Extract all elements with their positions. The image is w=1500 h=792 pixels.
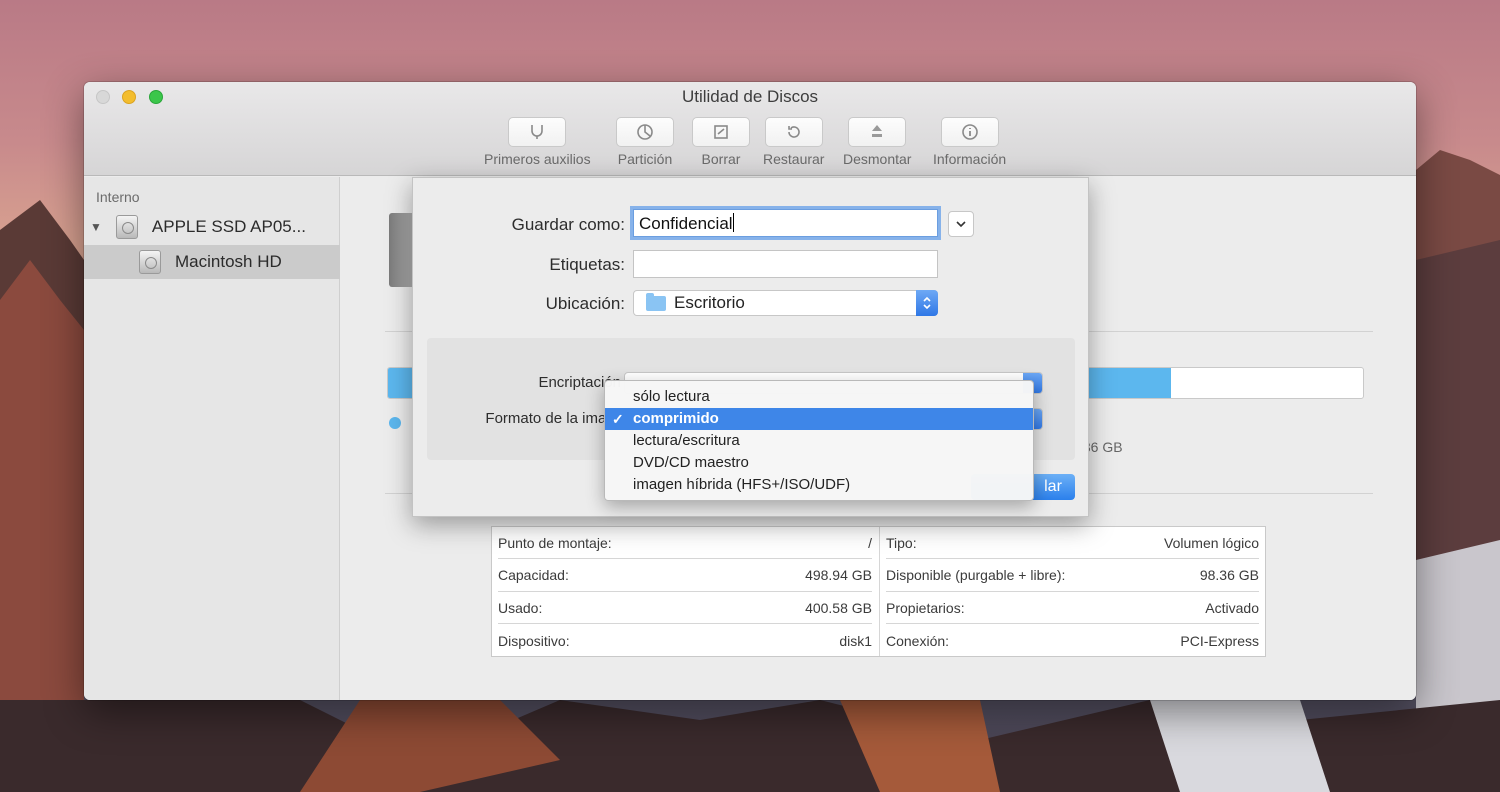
info-label: Usado:: [498, 599, 543, 616]
info-label: Tipo:: [886, 534, 917, 551]
folder-icon: [646, 292, 666, 311]
chevron-down-icon: [956, 221, 966, 228]
info-label: Punto de montaje:: [498, 534, 612, 551]
restore-label: Restaurar: [763, 151, 825, 167]
image-format-label: Formato de la image: [485, 410, 623, 427]
save-button-label: lar: [1044, 478, 1062, 495]
sidebar: Interno ▼ APPLE SSD AP05... Macintosh HD: [84, 177, 340, 700]
titlebar: Utilidad de Discos Primeros auxilios Par…: [84, 82, 1416, 176]
menu-item[interactable]: lectura/escritura: [605, 430, 1033, 452]
info-icon: [961, 124, 978, 140]
location-label: Ubicación:: [545, 294, 625, 313]
menu-item[interactable]: ✓ comprimido: [605, 408, 1033, 430]
menu-item[interactable]: imagen híbrida (HFS+/ISO/UDF): [605, 474, 1033, 496]
info-value: disk1: [839, 632, 872, 649]
sidebar-item-disk[interactable]: ▼ APPLE SSD AP05...: [84, 210, 340, 244]
first-aid-button[interactable]: Primeros auxilios: [484, 117, 591, 167]
info-label: Capacidad:: [498, 567, 569, 583]
erase-label: Borrar: [701, 151, 741, 167]
menu-item-label: imagen híbrida (HFS+/ISO/UDF): [633, 476, 851, 493]
info-value: 98.36 GB: [1199, 567, 1259, 583]
location-value: Escritorio: [674, 293, 745, 312]
info-row: Propietarios: Activado: [886, 592, 1259, 624]
info-label: Disponible (purgable + libre):: [886, 567, 1066, 583]
unmount-button[interactable]: Desmontar: [843, 117, 911, 167]
info-row: Tipo: Volumen lógico: [886, 527, 1259, 559]
window-title: Utilidad de Discos: [681, 87, 819, 106]
info-column-right: Tipo: Volumen lógico Disponible (purgable …: [879, 527, 1265, 656]
menu-item[interactable]: sólo lectura: [605, 386, 1033, 408]
menu-item-label: DVD/CD maestro: [633, 454, 749, 471]
checkmark-icon: ✓: [612, 411, 624, 427]
info-row: Usado: 400.58 GB: [498, 592, 872, 624]
menu-item[interactable]: DVD/CD maestro: [605, 452, 1033, 474]
unmount-icon: [872, 125, 883, 137]
erase-button[interactable]: Borrar: [692, 117, 750, 167]
info-row: Conexión: PCI-Express: [886, 625, 1259, 657]
disclosure-triangle-icon[interactable]: ▼: [90, 220, 102, 234]
info-row: Capacidad: 498.94 GB: [498, 560, 872, 592]
save-as-label: Guardar como:: [511, 215, 625, 234]
stethoscope-icon: [531, 125, 544, 139]
save-as-value: Confidencial: [639, 214, 733, 233]
info-value: 400.58 GB: [805, 599, 872, 616]
volume-label: Macintosh HD: [175, 252, 282, 271]
partition-button[interactable]: Partición: [616, 117, 674, 167]
info-row: Punto de montaje: /: [498, 527, 872, 559]
info-value: PCI-Express: [1180, 632, 1259, 649]
save-as-field[interactable]: Confidencial: [633, 209, 938, 237]
restore-icon: [787, 126, 800, 138]
disk-icon: [115, 215, 138, 239]
partition-label: Partición: [617, 151, 673, 167]
menu-item-label: sólo lectura: [633, 388, 710, 405]
info-value: Volumen lógico: [1164, 534, 1259, 551]
location-popup[interactable]: Escritorio: [633, 290, 938, 316]
text-caret: [732, 213, 734, 232]
encryption-label: Encriptación: [538, 374, 621, 391]
disk-label: APPLE SSD AP05...: [151, 217, 306, 236]
info-column-left: Punto de montaje: / Capacidad: 498.94 GB Usa…: [492, 527, 878, 656]
erase-icon: [714, 125, 728, 139]
first-aid-label: Primeros auxilios: [484, 151, 591, 167]
tags-field[interactable]: [633, 250, 938, 278]
info-button[interactable]: Información: [933, 117, 1006, 167]
info-row: Dispositivo: disk1: [498, 625, 872, 657]
unmount-label: Desmontar: [843, 151, 912, 167]
info-table: Punto de montaje: / Capacidad: 498.94 GB Usa…: [491, 526, 1266, 657]
restore-button[interactable]: Restaurar: [763, 117, 824, 167]
sidebar-item-volume[interactable]: Macintosh HD: [84, 245, 340, 279]
image-format-menu: sólo lectura ✓ comprimido lectura/escritura…: [604, 380, 1034, 501]
sidebar-section-internal: Interno: [96, 189, 140, 205]
menu-item-label: lectura/escritura: [633, 432, 740, 449]
info-value: 498.94 GB: [805, 567, 872, 583]
info-value: Activado: [1205, 599, 1259, 616]
info-row: Disponible (purgable + libre): 98.36 GB: [886, 560, 1259, 592]
popup-stepper-icon: [916, 290, 938, 316]
volume-icon: [139, 250, 161, 274]
menu-item-label: comprimido: [633, 410, 719, 427]
expand-dialog-button[interactable]: [948, 211, 974, 237]
info-label: Dispositivo:: [498, 632, 570, 649]
info-label: Información: [933, 151, 1007, 167]
tags-label: Etiquetas:: [549, 255, 625, 274]
info-value: /: [868, 534, 872, 551]
info-label: Conexión:: [886, 632, 950, 649]
partition-icon: [637, 124, 653, 140]
info-label: Propietarios:: [886, 599, 965, 616]
used-legend-dot: [389, 417, 401, 429]
